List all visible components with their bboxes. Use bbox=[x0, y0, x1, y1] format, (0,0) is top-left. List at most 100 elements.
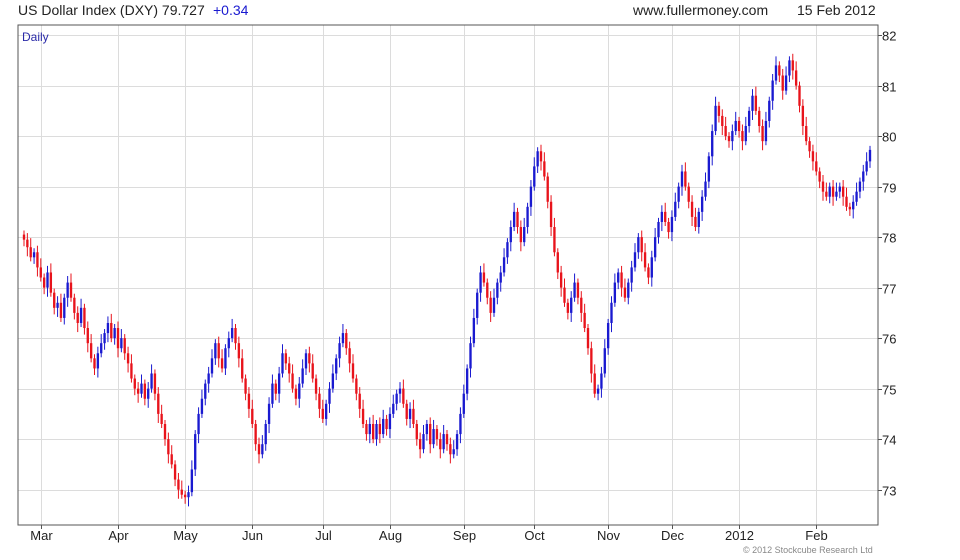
candle-body bbox=[281, 353, 284, 374]
y-tick-label: 82 bbox=[882, 29, 896, 44]
candle-body bbox=[519, 227, 523, 243]
candle-body bbox=[613, 282, 617, 303]
candle-body bbox=[110, 322, 113, 339]
candle-body bbox=[516, 211, 519, 228]
candle-body bbox=[93, 358, 96, 369]
candle-body bbox=[274, 383, 277, 394]
candle-body bbox=[687, 186, 690, 202]
candle-body bbox=[643, 252, 647, 268]
candle-body bbox=[194, 434, 197, 470]
candle-body bbox=[771, 80, 774, 101]
candle-body bbox=[623, 287, 627, 298]
candle-body bbox=[46, 272, 49, 288]
y-tick-label: 78 bbox=[882, 231, 896, 246]
candle-body bbox=[506, 242, 509, 258]
candle-body bbox=[657, 221, 660, 238]
candle-body bbox=[677, 186, 680, 202]
period-label: Daily bbox=[22, 30, 49, 44]
candle-body bbox=[721, 115, 724, 127]
candle-body bbox=[375, 423, 378, 440]
candle-body bbox=[153, 373, 157, 394]
candle-body bbox=[126, 353, 130, 364]
candle-body bbox=[855, 191, 858, 202]
candle-body bbox=[805, 126, 808, 142]
candle-body bbox=[230, 328, 234, 339]
candle-body bbox=[492, 297, 496, 313]
candle-body bbox=[566, 302, 570, 313]
candle-body bbox=[670, 216, 674, 233]
candle-body bbox=[32, 252, 36, 258]
candle-body bbox=[204, 383, 207, 399]
candle-body bbox=[237, 343, 241, 359]
candle-body bbox=[217, 343, 220, 359]
candle-body bbox=[318, 393, 321, 409]
candle-body bbox=[86, 328, 89, 344]
candle-body bbox=[496, 282, 499, 298]
candle-body bbox=[324, 403, 328, 419]
candle-body bbox=[405, 403, 408, 419]
candle-body bbox=[831, 186, 835, 197]
candle-body bbox=[140, 383, 143, 394]
candle-body bbox=[412, 408, 415, 424]
candle-body bbox=[435, 429, 439, 440]
x-tick-label: Feb bbox=[805, 528, 827, 543]
candle-body bbox=[778, 65, 781, 76]
candle-body bbox=[727, 136, 731, 142]
candle-body bbox=[509, 227, 512, 243]
candle-body bbox=[486, 282, 489, 298]
candle-body bbox=[700, 196, 704, 212]
candle-body bbox=[694, 216, 697, 228]
candle-body bbox=[432, 429, 435, 445]
candle-body bbox=[418, 439, 422, 450]
y-tick-label: 80 bbox=[882, 130, 896, 145]
candle-body bbox=[56, 302, 59, 308]
y-tick-label: 74 bbox=[882, 433, 896, 448]
candle-body bbox=[529, 186, 533, 207]
candle-body bbox=[684, 171, 687, 187]
candle-body bbox=[596, 388, 600, 394]
candle-body bbox=[338, 343, 341, 359]
candle-body bbox=[680, 171, 684, 187]
candle-body bbox=[794, 70, 798, 86]
candle-body bbox=[556, 252, 559, 273]
candle-body bbox=[593, 373, 596, 394]
candle-body bbox=[815, 161, 818, 172]
candle-body bbox=[247, 393, 251, 409]
candle-body bbox=[351, 363, 355, 379]
candle-body bbox=[113, 328, 116, 339]
candle-body bbox=[76, 312, 79, 323]
candle-body bbox=[341, 333, 345, 344]
candle-body bbox=[26, 239, 29, 248]
candle-body bbox=[308, 353, 311, 364]
candle-body bbox=[674, 201, 677, 217]
candle-body bbox=[365, 423, 368, 435]
candle-body bbox=[559, 272, 563, 288]
candle-body bbox=[455, 434, 459, 450]
candle-body bbox=[385, 418, 388, 430]
candle-body bbox=[724, 126, 727, 137]
candle-body bbox=[791, 60, 794, 71]
candle-body bbox=[157, 393, 160, 414]
candle-body bbox=[277, 373, 281, 394]
candle-body bbox=[36, 252, 39, 268]
candle-body bbox=[241, 358, 244, 379]
candle-body bbox=[553, 227, 556, 253]
candle-body bbox=[22, 234, 26, 240]
candle-body bbox=[180, 489, 183, 495]
candle-body bbox=[476, 292, 479, 318]
candle-body bbox=[449, 444, 452, 455]
candle-body bbox=[784, 75, 788, 91]
candle-body bbox=[328, 388, 331, 404]
candle-body bbox=[388, 413, 392, 430]
candle-body bbox=[402, 388, 405, 404]
candle-body bbox=[462, 393, 465, 414]
y-tick-label: 77 bbox=[882, 282, 896, 297]
candle-body bbox=[690, 201, 694, 217]
y-axis: 73 74 75 76 77 78 79 80 81 82 bbox=[878, 29, 896, 499]
candle-body bbox=[573, 282, 576, 298]
candle-body bbox=[210, 358, 214, 374]
candle-body bbox=[261, 444, 264, 455]
candle-body bbox=[335, 358, 338, 374]
candle-body bbox=[53, 292, 56, 308]
plot-frame bbox=[17, 24, 879, 526]
